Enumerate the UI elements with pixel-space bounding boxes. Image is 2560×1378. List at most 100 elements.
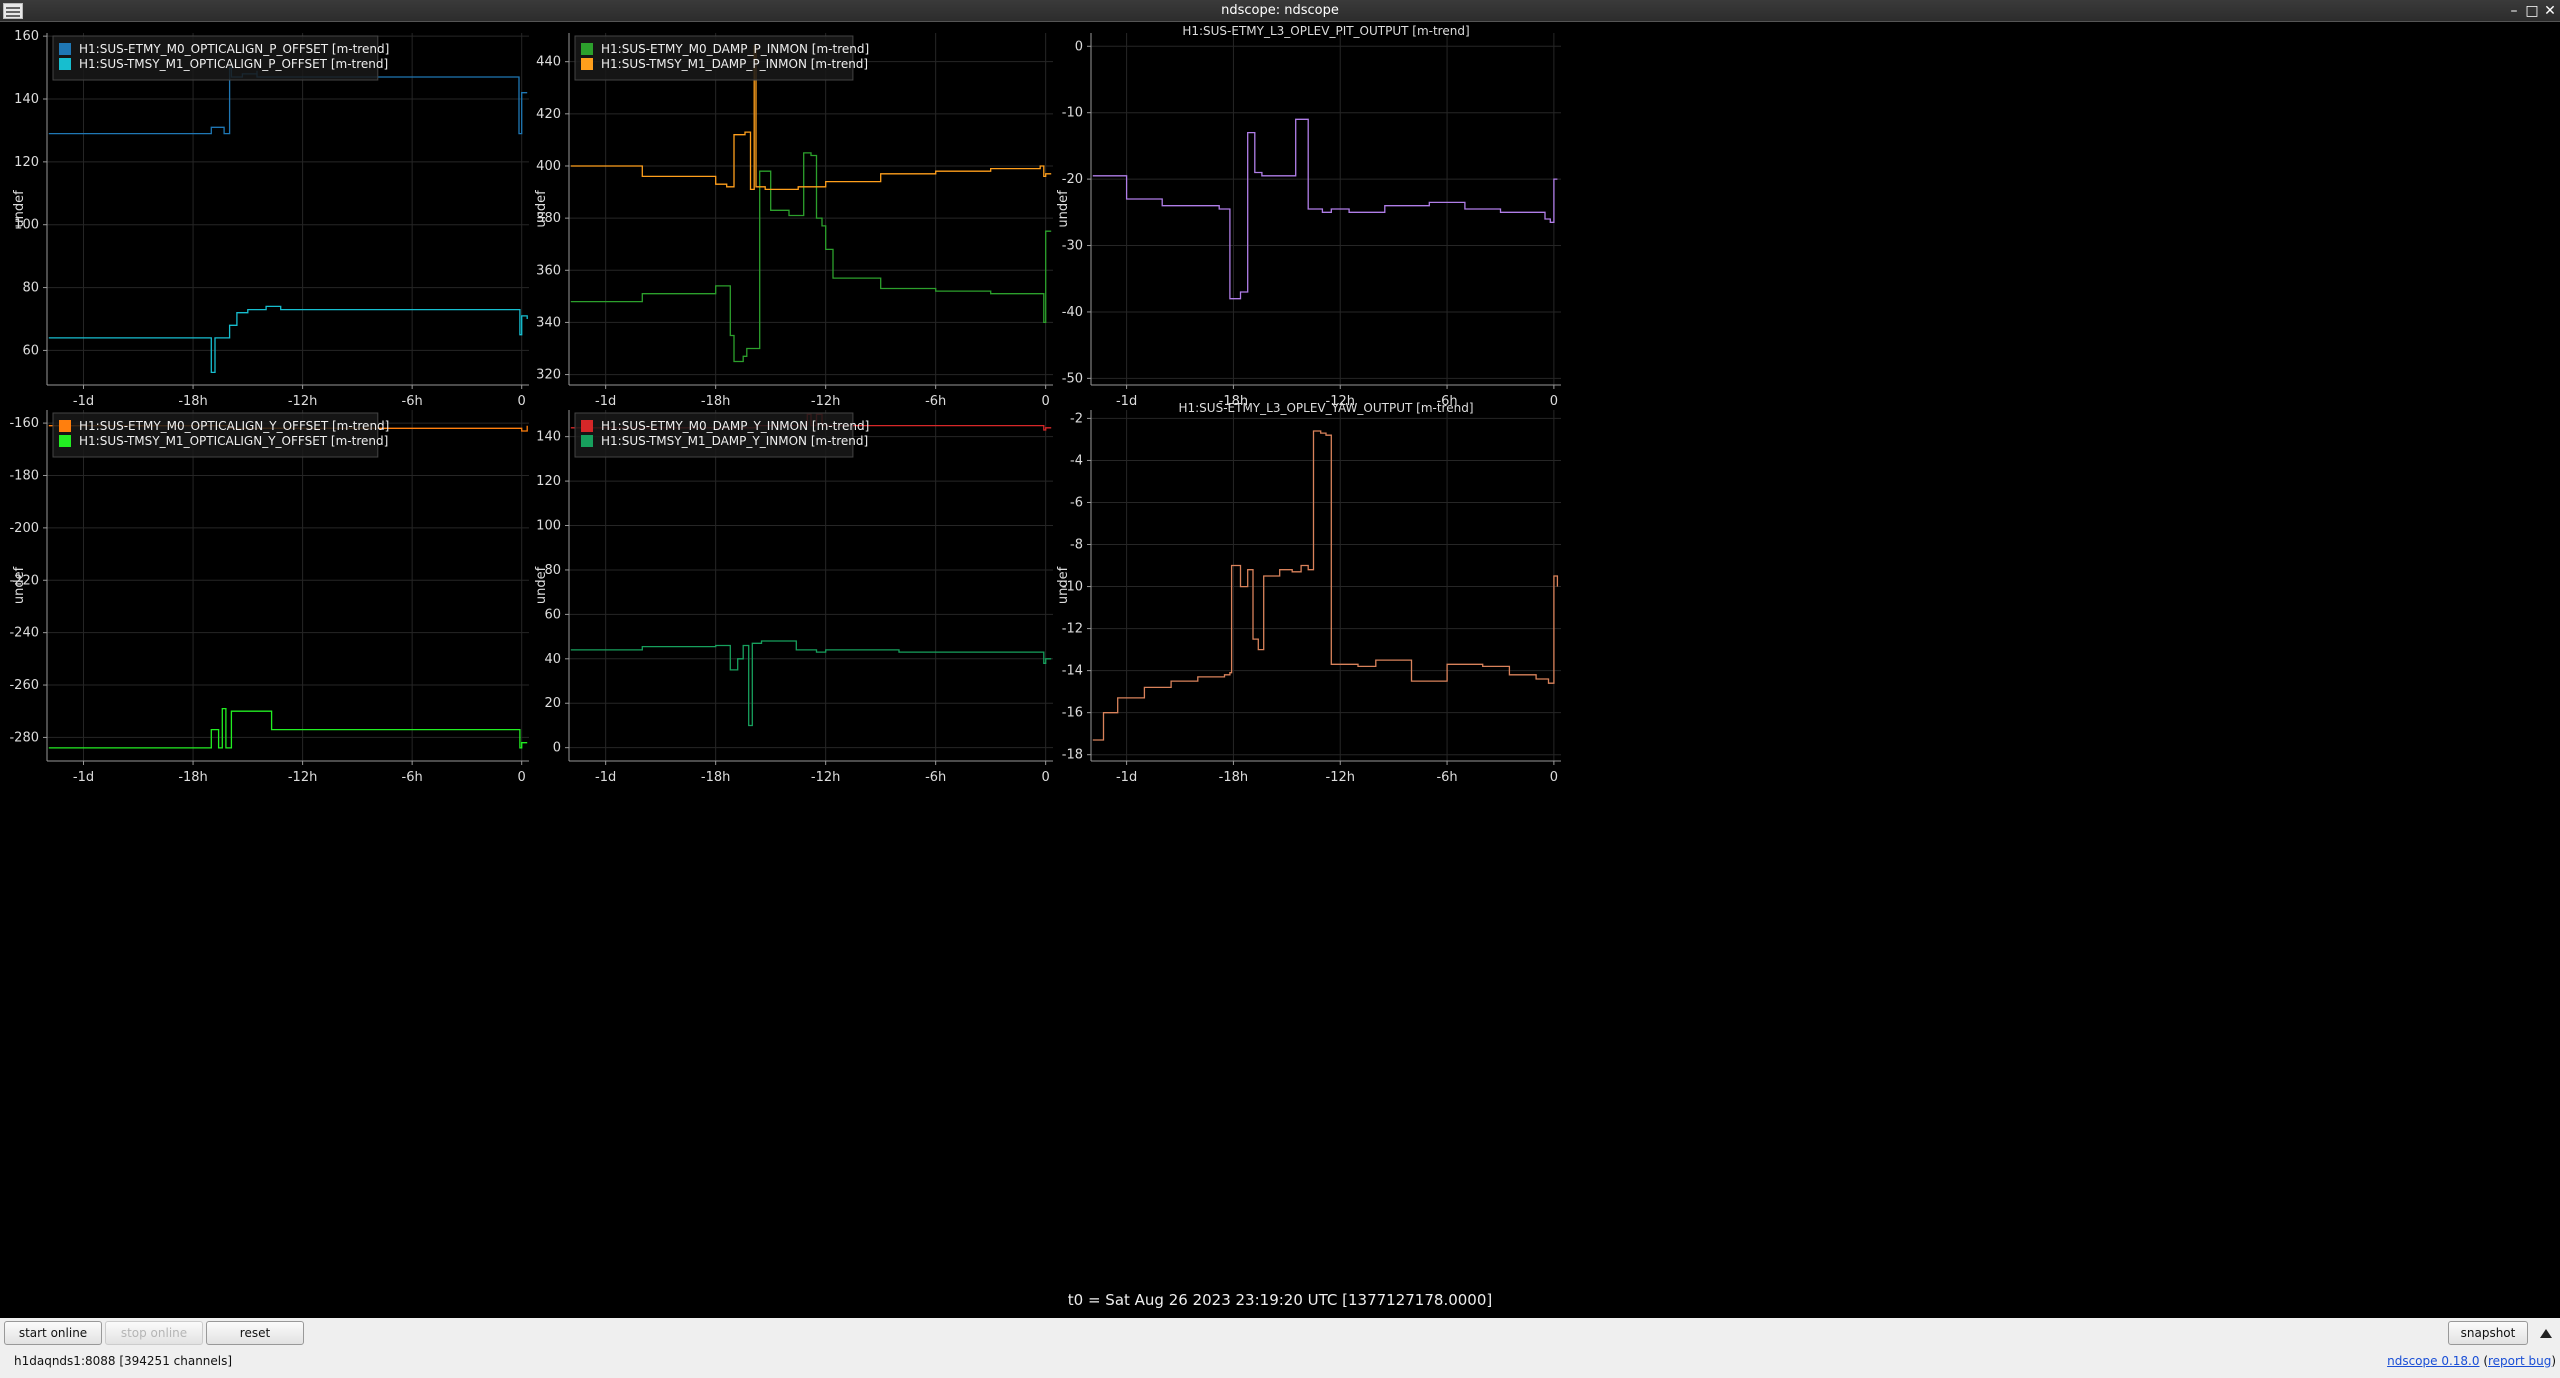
plot-grid[interactable]: 60 80 100 120 140 160 -1d -18h -12h -6h 0 undef H1:S…: [0, 23, 2560, 1318]
y-tick-label: -40: [1062, 305, 1083, 320]
scope-plot-area: 60 80 100 120 140 160 -1d -18h -12h -6h 0 undef H1:S…: [0, 23, 2560, 1318]
y-axis-label: undef: [1056, 566, 1071, 604]
y-tick-label: 120: [536, 474, 561, 489]
y-tick-label: -180: [9, 468, 39, 483]
y-tick-label: 80: [22, 281, 39, 296]
legend-label: H1:SUS-TMSY_M1_DAMP_Y_INMON [m-trend]: [601, 434, 868, 448]
y-tick-label: -200: [9, 521, 39, 536]
plot-yaw: -2-4-6-8-10-12-14-16-18-1d -18h -12h -6h 0un…: [1056, 401, 1561, 785]
x-tick-label: -18h: [701, 394, 730, 409]
plot-title: H1:SUS-ETMY_L3_OPLEV_PIT_OUTPUT [m-trend…: [1182, 24, 1469, 38]
close-button[interactable]: ✕: [2539, 1, 2560, 21]
legend-swatch: [59, 435, 71, 447]
x-tick-label: -6h: [1436, 770, 1457, 785]
y-tick-label: -10: [1062, 106, 1083, 121]
y-tick-label: 40: [544, 652, 561, 667]
y-axis-label: undef: [12, 566, 27, 604]
legend-swatch: [59, 58, 71, 70]
y-axis-label: undef: [534, 566, 549, 604]
x-tick-label: -18h: [178, 394, 207, 409]
version-link[interactable]: ndscope 0.18.0: [2387, 1354, 2479, 1368]
x-tick-label: -1d: [73, 770, 94, 785]
y-axis-label: undef: [12, 190, 27, 228]
y-tick-label: -14: [1062, 664, 1083, 679]
legend-swatch: [581, 435, 593, 447]
y-tick-label: 120: [14, 155, 39, 170]
y-tick-label: -240: [9, 626, 39, 641]
legend-label: H1:SUS-TMSY_M1_OPTICALIGN_P_OFFSET [m-tr…: [79, 57, 388, 71]
legend-label: H1:SUS-TMSY_M1_OPTICALIGN_Y_OFFSET [m-tr…: [79, 434, 388, 448]
y-tick-label: 360: [536, 263, 561, 278]
y-tick-label: -280: [9, 730, 39, 745]
x-tick-label: -12h: [811, 394, 840, 409]
start-online-button[interactable]: start online: [4, 1321, 102, 1345]
y-tick-label: 60: [544, 607, 561, 622]
x-tick-label: -12h: [288, 770, 317, 785]
legend-swatch: [59, 43, 71, 55]
legend-swatch: [581, 420, 593, 432]
y-axis-label: undef: [1056, 190, 1071, 228]
x-tick-label: 0: [1042, 770, 1050, 785]
t0-label: t0 = Sat Aug 26 2023 23:19:20 UTC [13771…: [1067, 1291, 1493, 1309]
plot-p_offset: 6080100120140160-1d -18h -12h -6h 0undefH1:S…: [12, 29, 529, 409]
report-bug-link[interactable]: report bug: [2488, 1354, 2551, 1368]
x-tick-label: -1d: [73, 394, 94, 409]
version-info: ndscope 0.18.0 (report bug): [2387, 1354, 2556, 1368]
series-line: [1092, 430, 1559, 741]
legend-label: H1:SUS-ETMY_M0_OPTICALIGN_P_OFFSET [m-tr…: [79, 42, 389, 56]
snapshot-button[interactable]: snapshot: [2448, 1321, 2528, 1345]
y-tick-label: -30: [1062, 239, 1083, 254]
y-tick-label: 420: [536, 107, 561, 122]
x-tick-label: -18h: [701, 770, 730, 785]
stop-online-button[interactable]: stop online: [105, 1321, 203, 1345]
x-tick-label: -1d: [595, 770, 616, 785]
x-tick-label: -6h: [925, 770, 946, 785]
plot-pit: 0-10-20-30-40-50-1d -18h -12h -6h 0undefH1:S…: [1056, 24, 1561, 409]
y-tick-label: -2: [1070, 411, 1083, 426]
x-tick-label: -1d: [1116, 770, 1137, 785]
y-tick-label: 20: [544, 696, 561, 711]
series-line: [48, 305, 528, 374]
y-axis-label: undef: [534, 190, 549, 228]
bottom-toolbar: start online stop online reset snapshot …: [0, 1318, 2560, 1378]
y-tick-label: -4: [1070, 453, 1083, 468]
y-tick-label: 100: [536, 519, 561, 534]
x-tick-label: -6h: [402, 394, 423, 409]
y-tick-label: 0: [1075, 39, 1083, 54]
window-title: ndscope: ndscope: [1221, 3, 1339, 18]
reset-button[interactable]: reset: [206, 1321, 304, 1345]
x-tick-label: 0: [518, 394, 526, 409]
y-tick-label: -160: [9, 416, 39, 431]
y-tick-label: -260: [9, 678, 39, 693]
window-titlebar: ndscope: ndscope – □ ✕: [0, 0, 2560, 22]
x-tick-label: -12h: [288, 394, 317, 409]
y-tick-label: -8: [1070, 538, 1083, 553]
y-tick-label: 60: [22, 343, 39, 358]
y-tick-label: -18: [1062, 748, 1083, 763]
connection-status: h1daqnds1:8088 [394251 channels]: [14, 1354, 233, 1368]
y-tick-label: 400: [536, 159, 561, 174]
plot-y_offset: -160-180-200-220-240-260-280-1d -18h -12h -…: [9, 410, 529, 785]
expand-panel-icon[interactable]: [2540, 1329, 2552, 1338]
x-tick-label: 0: [1042, 394, 1050, 409]
x-tick-label: -1d: [1116, 394, 1137, 409]
y-tick-label: 320: [536, 368, 561, 383]
x-tick-label: -18h: [178, 770, 207, 785]
plot-p_damp: 320340360380400420440-1d -18h -12h -6h 0unde…: [534, 33, 1053, 409]
y-tick-label: 0: [553, 741, 561, 756]
y-tick-label: -16: [1062, 706, 1083, 721]
series-line: [570, 152, 1052, 363]
legend-swatch: [581, 43, 593, 55]
x-tick-label: 0: [1550, 394, 1558, 409]
x-tick-label: -18h: [1219, 770, 1248, 785]
y-tick-label: 340: [536, 315, 561, 330]
y-tick-label: 140: [14, 92, 39, 107]
x-tick-label: -1d: [595, 394, 616, 409]
y-tick-label: -20: [1062, 172, 1083, 187]
y-tick-label: 140: [536, 430, 561, 445]
y-tick-label: 160: [14, 29, 39, 44]
legend-label: H1:SUS-ETMY_M0_OPTICALIGN_Y_OFFSET [m-tr…: [79, 419, 389, 433]
x-tick-label: -6h: [402, 770, 423, 785]
legend-label: H1:SUS-ETMY_M0_DAMP_P_INMON [m-trend]: [601, 42, 869, 56]
x-tick-label: -12h: [1326, 770, 1355, 785]
